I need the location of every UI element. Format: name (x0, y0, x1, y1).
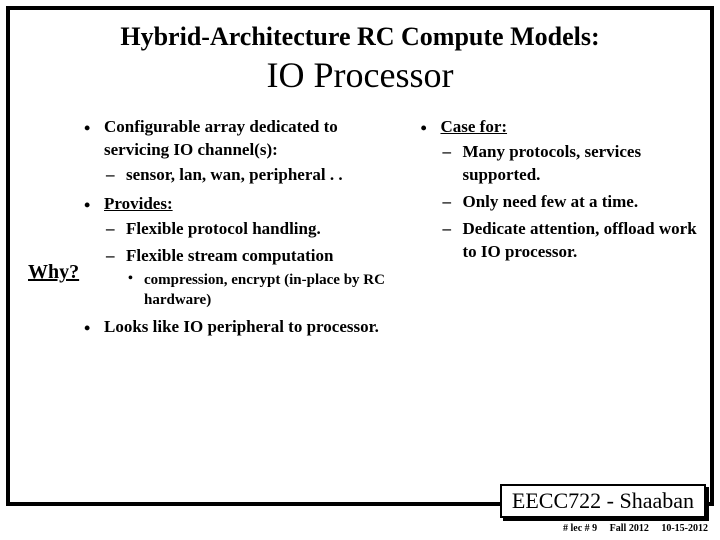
sub-dedicate: Dedicate attention, offload work to IO p… (440, 218, 704, 264)
bullet-case-for: Case for: Many protocols, services suppo… (418, 116, 704, 264)
sub-flexible-stream: Flexible stream computation compression,… (104, 245, 406, 310)
sub-only-few: Only need few at a time. (440, 191, 704, 214)
footer-date: 10-15-2012 (661, 523, 708, 534)
bullet-provides: Provides: Flexible protocol handling. Fl… (82, 193, 406, 310)
footer-meta: # lec # 9 Fall 2012 10-15-2012 (553, 523, 708, 534)
left-content: Configurable array dedicated to servicin… (82, 116, 406, 345)
sub-text: Flexible stream computation (126, 246, 333, 265)
why-label: Why? (28, 259, 82, 286)
bullet-config-array: Configurable array dedicated to servicin… (82, 116, 406, 187)
content-columns: Why? Configurable array dedicated to ser… (28, 116, 692, 345)
bullet-looks-like: Looks like IO peripheral to processor. (82, 316, 406, 339)
left-column: Why? Configurable array dedicated to ser… (28, 116, 406, 345)
slide-frame: Hybrid-Architecture RC Compute Models: I… (6, 6, 714, 506)
subsub-compression: compression, encrypt (in-place by RC har… (126, 270, 406, 311)
sub-sensor-lan: sensor, lan, wan, peripheral . . (104, 164, 406, 187)
title-block: Hybrid-Architecture RC Compute Models: I… (28, 22, 692, 96)
bullet-text: Configurable array dedicated to servicin… (104, 117, 338, 159)
title-line2: IO Processor (28, 54, 692, 96)
sub-flexible-protocol: Flexible protocol handling. (104, 218, 406, 241)
bullet-text: Provides: (104, 194, 173, 213)
sub-many-protocols: Many protocols, services supported. (440, 141, 704, 187)
footer-term: Fall 2012 (610, 523, 649, 534)
footer-course-box: EECC722 - Shaaban (500, 484, 706, 518)
right-column: Case for: Many protocols, services suppo… (418, 116, 704, 345)
title-line1: Hybrid-Architecture RC Compute Models: (28, 22, 692, 52)
footer-lec: # lec # 9 (563, 523, 597, 534)
bullet-text: Case for: (440, 117, 507, 136)
